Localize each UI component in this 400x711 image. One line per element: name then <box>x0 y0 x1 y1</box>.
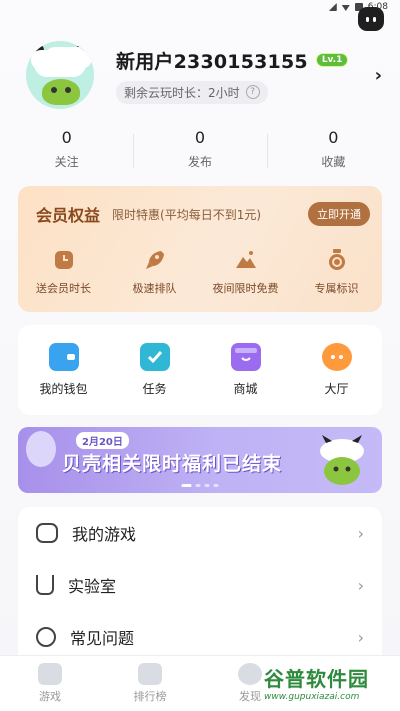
rocket-icon <box>143 248 167 272</box>
gamepad-icon <box>38 663 62 685</box>
vip-item-label: 夜间限时免费 <box>212 282 279 295</box>
stat-posts[interactable]: 0 发布 <box>133 128 266 170</box>
chevron-right-icon: › <box>357 575 364 595</box>
stat-label: 关注 <box>54 155 79 169</box>
username: 新用户2330153155 <box>116 50 308 73</box>
tab-label: 排行榜 <box>133 690 167 703</box>
vip-item-label: 送会员时长 <box>36 282 91 295</box>
help-circle-icon <box>36 627 56 647</box>
menu-item-label: 我的游戏 <box>72 525 137 544</box>
level-badge: Lv.1 <box>315 53 349 67</box>
flask-icon <box>36 575 54 595</box>
cloud-time-label: 剩余云玩时长：2小时 <box>124 85 240 100</box>
lightbulb-icon <box>26 431 56 467</box>
profile-info: 新用户2330153155 Lv.1 剩余云玩时长：2小时 ? <box>116 47 375 104</box>
stat-label: 收藏 <box>321 155 346 169</box>
watermark: 谷普软件园 www.gupuxiazai.com <box>264 663 394 709</box>
stat-label: 发布 <box>187 155 212 169</box>
stat-value: 0 <box>194 128 206 147</box>
quick-label: 商城 <box>233 382 258 396</box>
quick-label: 大厅 <box>324 382 349 396</box>
vip-item-fast-queue[interactable]: 极速排队 <box>109 248 200 296</box>
mascot-image <box>312 433 372 489</box>
banner-text: 贝壳相关限时福利已结束 <box>62 453 283 475</box>
quick-label: 我的钱包 <box>39 382 88 396</box>
chat-icon <box>321 343 352 371</box>
avatar-face <box>42 79 80 105</box>
avatar-eye <box>51 87 57 93</box>
gamepad-icon <box>36 523 58 543</box>
avatar-eye <box>65 87 71 93</box>
help-icon[interactable]: ? <box>245 85 260 99</box>
eye-icon <box>238 663 262 685</box>
promo-banner[interactable]: 2月20日 贝壳相关限时福利已结束 <box>18 427 382 493</box>
clock-icon <box>52 248 76 272</box>
mountain-icon <box>234 248 258 272</box>
message-icon[interactable] <box>358 7 384 31</box>
quick-task[interactable]: 任务 <box>109 343 200 397</box>
banner-date-tag: 2月20日 <box>76 432 129 449</box>
avatar-cloud <box>34 51 86 77</box>
watermark-url: www.gupuxiazai.com <box>264 692 360 702</box>
menu-item-lab[interactable]: 实验室 › <box>18 559 382 611</box>
vip-item-night-free[interactable]: 夜间限时免费 <box>200 248 291 296</box>
menu-item-label: 常见问题 <box>70 629 135 648</box>
vip-card[interactable]: 会员权益 限时特惠(平均每日不到1元) 立即开通 送会员时长 极速排队 夜间限时… <box>18 186 382 312</box>
chevron-right-icon[interactable]: › <box>375 65 382 86</box>
profile-header[interactable]: 新用户2330153155 Lv.1 剩余云玩时长：2小时 ? › <box>26 40 382 110</box>
chevron-right-icon: › <box>357 523 364 543</box>
shop-icon <box>230 343 261 371</box>
vip-promo: 限时特惠(平均每日不到1元) <box>112 207 262 222</box>
vip-item-label: 专属标识 <box>314 282 359 295</box>
vip-item-label: 极速排队 <box>132 282 177 295</box>
vip-title: 会员权益 <box>36 206 101 225</box>
stat-value: 0 <box>328 128 339 147</box>
avatar[interactable] <box>26 41 94 109</box>
watermark-title: 谷普软件园 <box>264 667 369 691</box>
trophy-icon <box>138 663 162 685</box>
stats-row: 0 关注 0 发布 0 收藏 <box>0 128 400 170</box>
badge-icon <box>325 248 349 272</box>
task-icon <box>139 343 170 371</box>
cloud-time-pill: 剩余云玩时长：2小时 ? <box>116 80 268 104</box>
tab-games[interactable]: 游戏 <box>0 656 100 711</box>
wallet-icon <box>48 343 79 371</box>
quick-shop[interactable]: 商城 <box>200 343 291 397</box>
stat-favorites[interactable]: 0 收藏 <box>266 128 400 170</box>
vip-open-button[interactable]: 立即开通 <box>308 202 370 226</box>
tab-ranking[interactable]: 排行榜 <box>100 656 200 711</box>
stat-follow[interactable]: 0 关注 <box>0 128 133 170</box>
quick-wallet[interactable]: 我的钱包 <box>18 343 109 397</box>
wifi-icon <box>341 5 350 11</box>
quick-actions: 我的钱包 任务 商城 大厅 <box>18 325 382 415</box>
tab-label: 游戏 <box>39 690 61 703</box>
carousel-dots[interactable] <box>181 484 219 487</box>
chevron-right-icon: › <box>357 627 364 647</box>
vip-item-membership-time[interactable]: 送会员时长 <box>18 248 109 296</box>
signal-icon <box>328 3 337 11</box>
stat-value: 0 <box>61 128 72 147</box>
menu-item-label: 实验室 <box>68 577 117 596</box>
vip-item-exclusive-badge[interactable]: 专属标识 <box>291 248 382 296</box>
status-bar: 6:08 <box>0 0 400 14</box>
quick-lobby[interactable]: 大厅 <box>291 343 382 397</box>
menu-item-my-games[interactable]: 我的游戏 › <box>18 507 382 559</box>
quick-label: 任务 <box>142 382 167 396</box>
